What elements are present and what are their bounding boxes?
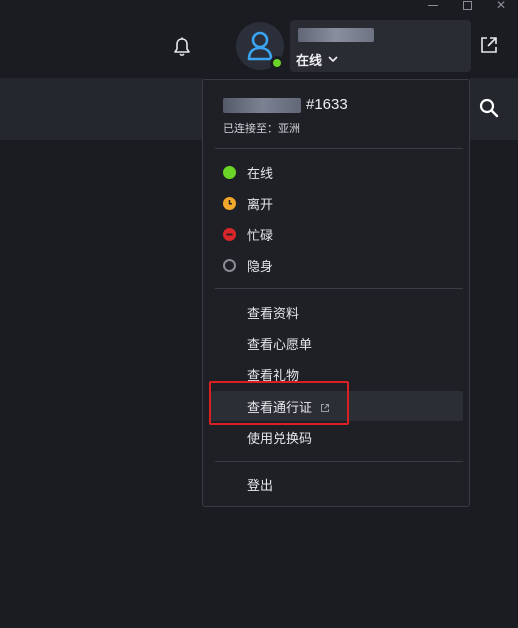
connected-region: 已连接至：亚洲 (223, 123, 300, 135)
status-label: 隐身 (247, 258, 274, 274)
maximize-icon (462, 0, 472, 10)
away-clock-icon (223, 196, 236, 210)
external-link-icon[interactable] (478, 34, 500, 56)
profile-status: 在线 (296, 50, 338, 69)
status-away[interactable]: 离开 (211, 188, 463, 218)
status-label: 离开 (247, 196, 274, 212)
search-bar[interactable] (0, 78, 204, 140)
busy-icon (223, 227, 236, 241)
minimize-icon (428, 4, 438, 6)
menu-item-label: 查看资料 (247, 305, 300, 321)
status-online[interactable]: 在线 (211, 157, 463, 187)
user-tag: #1633 (306, 96, 348, 113)
menu-item-label: 查看心愿单 (247, 336, 313, 352)
divider (215, 148, 463, 149)
menu-item-label: 使用兑换码 (247, 430, 313, 446)
online-status-dot (270, 56, 284, 70)
status-label: 忙碌 (247, 227, 274, 243)
redeem-code-item[interactable]: 使用兑换码 (211, 422, 463, 452)
profile-button[interactable]: 在线 (290, 20, 471, 72)
minimize-button[interactable] (416, 0, 450, 14)
logout-item[interactable]: 登出 (211, 469, 463, 499)
avatar[interactable] (236, 22, 286, 72)
profile-dropdown-menu: #1633 已连接至：亚洲 在线 离开 忙碌 隐身 查看资料 查看心愿单 查看礼… (202, 79, 470, 507)
window-controls: ✕ (416, 0, 518, 14)
blurred-username (298, 28, 374, 42)
view-wishlist-item[interactable]: 查看心愿单 (211, 328, 463, 358)
status-invisible[interactable]: 隐身 (211, 250, 463, 280)
view-profile-item[interactable]: 查看资料 (211, 297, 463, 327)
divider (215, 461, 463, 462)
logout-label: 登出 (247, 477, 274, 493)
status-label: 在线 (247, 165, 274, 181)
close-button[interactable]: ✕ (484, 0, 518, 14)
search-icon[interactable] (478, 97, 500, 119)
profile-status-label: 在线 (296, 53, 323, 68)
user-icon (247, 31, 273, 61)
chevron-down-icon (328, 56, 338, 63)
blurred-username (223, 98, 301, 113)
close-icon: ✕ (495, 0, 507, 12)
online-status-icon (223, 165, 236, 179)
divider (215, 288, 463, 289)
notification-bell-icon[interactable] (172, 36, 192, 58)
invisible-icon (223, 258, 236, 272)
maximize-button[interactable] (450, 0, 484, 14)
status-busy[interactable]: 忙碌 (211, 219, 463, 249)
highlight-annotation-box (209, 381, 349, 425)
